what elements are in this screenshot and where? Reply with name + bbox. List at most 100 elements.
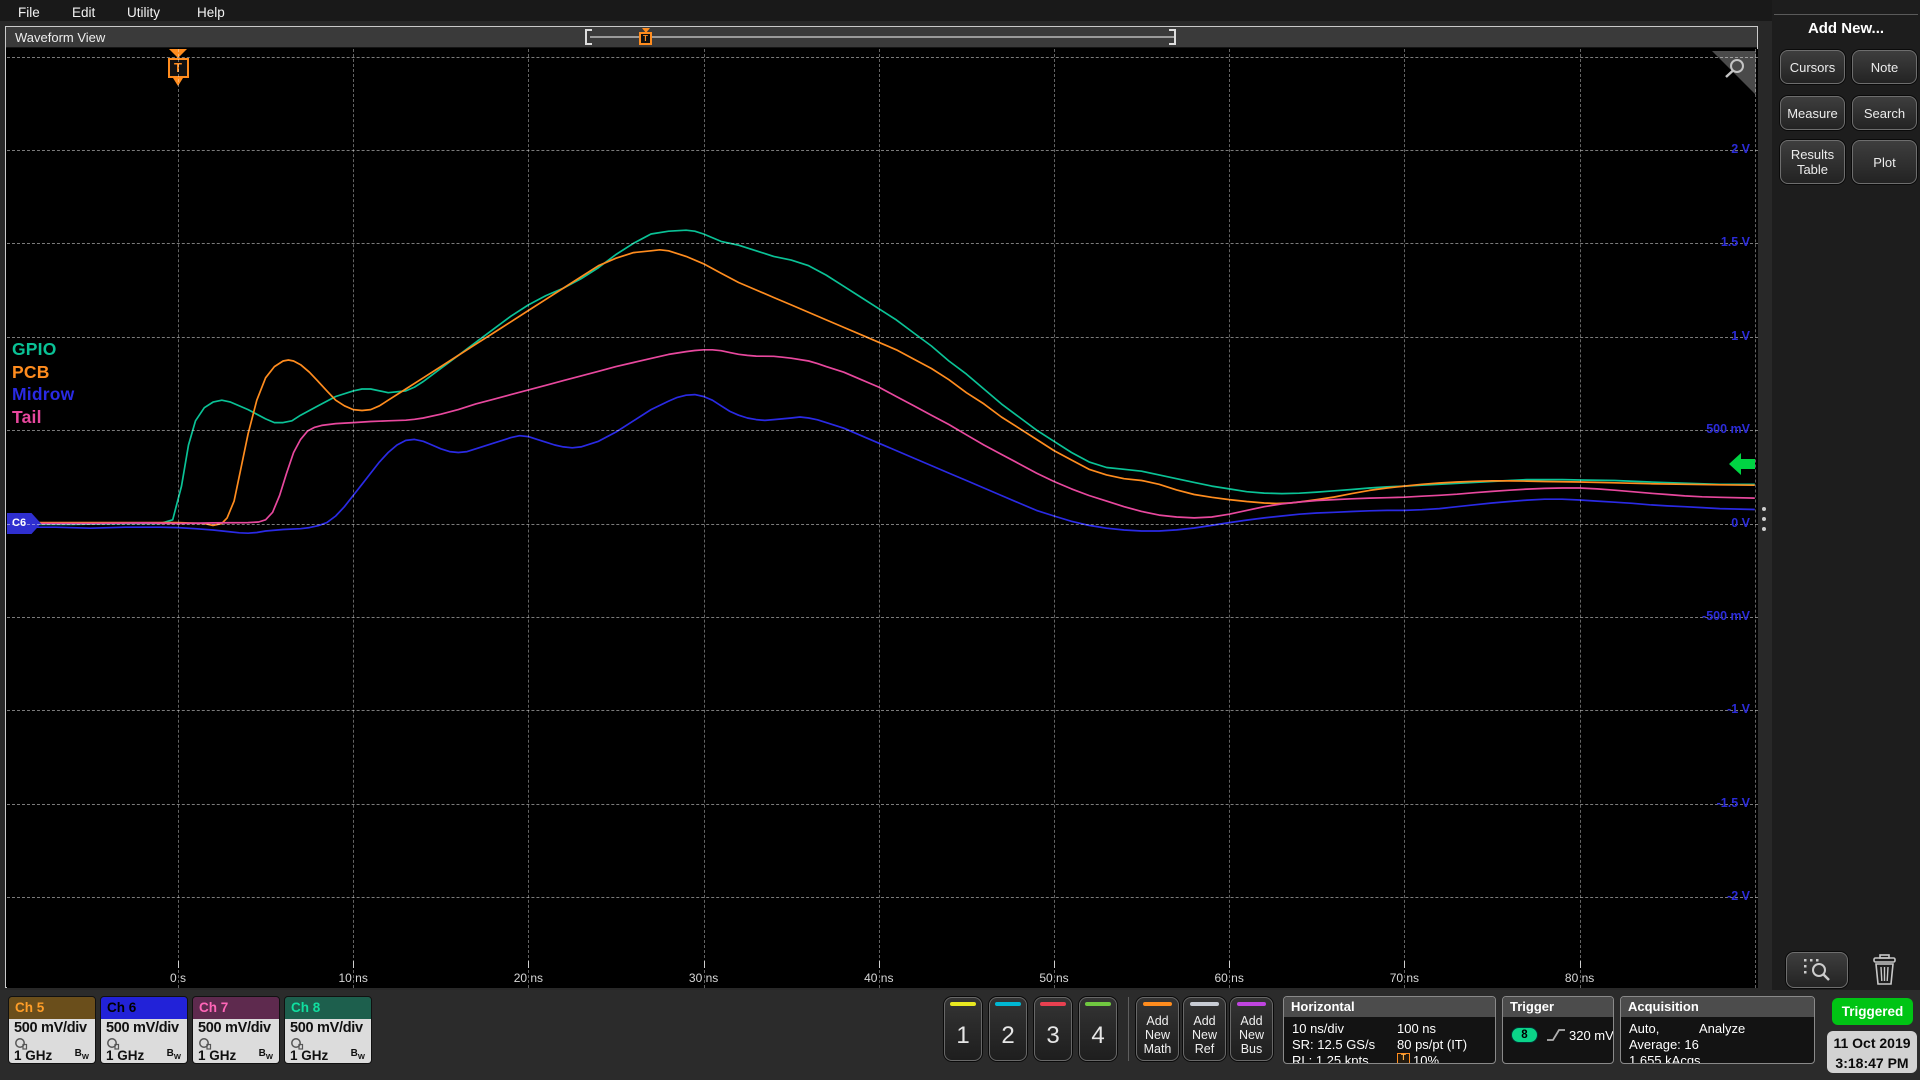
x-axis-label: 70 ns	[1389, 971, 1420, 985]
x-axis-tick	[528, 961, 530, 968]
sidebar-button-plot[interactable]: Plot	[1852, 140, 1917, 184]
h-gridline	[7, 149, 1758, 151]
datetime-badge: 11 Oct 2019 3:18:47 PM	[1827, 1031, 1917, 1073]
divider	[1128, 997, 1129, 1061]
zoom-selection-button[interactable]	[1786, 952, 1848, 988]
x-axis-tick	[878, 961, 880, 968]
add-button-color-bar	[1143, 1002, 1172, 1006]
x-axis-label: 30 ns	[688, 971, 719, 985]
menu-bar: File Edit Utility Help	[0, 0, 1920, 21]
waveform-view-title: Waveform View	[15, 30, 106, 45]
acquisition-panel[interactable]: Acquisition Auto, Analyze Average: 16 1.…	[1620, 996, 1815, 1064]
sidebar-button-results-table[interactable]: Results Table	[1780, 140, 1845, 184]
window-length: 100 ns	[1397, 1021, 1437, 1036]
channel-bandwidth-label: 1 GHz	[14, 1048, 53, 1063]
add-new-bus-button[interactable]: Add New Bus	[1230, 997, 1273, 1061]
waveform-button-1[interactable]: 1	[944, 997, 982, 1061]
x-axis-tick	[178, 961, 179, 968]
waveform-view-window: Waveform View T T C6 2 V 1.5 V 1 V 500 m…	[5, 26, 1758, 988]
channel-badge-body: 500 mV/div 1 GHz BW	[9, 1019, 95, 1063]
trigger-status-badge: Triggered	[1832, 998, 1913, 1025]
channel-badge-header: Ch 6	[101, 997, 187, 1019]
channel-badge-header: Ch 7	[193, 997, 279, 1019]
menu-item-edit[interactable]: Edit	[72, 2, 95, 20]
y-axis-label: 2 V	[1731, 141, 1750, 156]
add-new-title: Add New...	[1807, 20, 1885, 37]
y-axis-label: -1.5 V	[1716, 795, 1750, 810]
channel-scale-label: 500 mV/div	[14, 1020, 87, 1036]
x-axis-label: 10 ns	[338, 971, 368, 985]
h-gridline	[7, 430, 1758, 432]
h-gridline	[7, 336, 1758, 338]
waveform-button-2[interactable]: 2	[989, 997, 1027, 1061]
horizontal-panel-title: Horizontal	[1284, 997, 1495, 1017]
menu-item-help[interactable]: Help	[197, 2, 225, 20]
horizontal-panel[interactable]: Horizontal 10 ns/div SR: 12.5 GS/s RL: 1…	[1283, 996, 1496, 1064]
trigger-level-arrow-icon[interactable]	[1729, 451, 1755, 477]
v-gridline	[1754, 49, 1756, 988]
trace-tail	[9, 348, 1755, 525]
v-gridline	[1054, 49, 1055, 988]
trigger-panel[interactable]: Trigger 8 320 mV	[1502, 996, 1614, 1064]
channel-badge-header: Ch 8	[285, 997, 371, 1019]
channel-badge-ch7[interactable]: Ch 7 500 mV/div 1 GHz BW	[192, 996, 280, 1064]
channel-color-bar	[1085, 1002, 1111, 1006]
trigger-position-pct: T 10%	[1397, 1053, 1439, 1063]
channel-badge-ch8[interactable]: Ch 8 500 mV/div 1 GHz BW	[284, 996, 372, 1064]
x-axis-tick	[1579, 961, 1581, 968]
acquisition-overview-bar[interactable]	[590, 36, 1175, 38]
bandwidth-limit-icon: BW	[74, 1048, 89, 1061]
add-button-color-bar	[1237, 1002, 1266, 1006]
rising-edge-icon	[1547, 1029, 1565, 1041]
v-gridline	[878, 49, 880, 988]
x-axis-label: 0 s	[169, 971, 186, 985]
waveform-button-4[interactable]: 4	[1079, 997, 1117, 1061]
y-axis-label: -500 mV	[1702, 608, 1750, 623]
v-gridline	[703, 49, 705, 988]
sidebar-button-cursors[interactable]: Cursors	[1780, 50, 1845, 84]
bottom-bar: Horizontal 10 ns/div SR: 12.5 GS/s RL: 1…	[0, 990, 1920, 1080]
waveform-view-header: Waveform View T	[6, 27, 1757, 48]
waveform-traces	[9, 229, 1755, 535]
record-length: RL: 1.25 kpts	[1292, 1053, 1369, 1064]
channel-badge-ch5[interactable]: Ch 5 500 mV/div 1 GHz BW	[8, 996, 96, 1064]
x-axis-tick	[703, 961, 705, 968]
waveform-plot[interactable]: T C6 2 V 1.5 V1 V 500 mV 0 V -500 mV -1 V -1.5…	[7, 49, 1758, 988]
channel-badge-body: 500 mV/div 1 GHz BW	[193, 1019, 279, 1063]
waveform-button-label: 2	[1001, 1022, 1015, 1049]
x-axis-label: 50 ns	[1039, 971, 1069, 985]
channel-scale-label: 500 mV/div	[198, 1020, 271, 1036]
h-gridline	[7, 616, 1758, 618]
sidebar-button-measure[interactable]: Measure	[1780, 96, 1845, 130]
acquisition-mode: Auto,	[1629, 1021, 1660, 1036]
x-axis-label: 40 ns	[864, 971, 894, 985]
menu-item-utility[interactable]: Utility	[127, 2, 160, 20]
sidebar-button-search[interactable]: Search	[1852, 96, 1917, 130]
x-axis-tick	[353, 961, 355, 968]
menu-item-file[interactable]: File	[18, 2, 40, 20]
sidebar: Add New... Cursors Note Measure Search Resul…	[1772, 0, 1920, 990]
channel-scale-label: 500 mV/div	[106, 1020, 179, 1036]
sample-interval: 80 ps/pt (IT)	[1397, 1037, 1468, 1052]
add-new-ref-button[interactable]: Add New Ref	[1183, 997, 1226, 1061]
overview-trigger-position-icon[interactable]: T	[639, 28, 652, 46]
channel-color-bar	[995, 1002, 1021, 1006]
zoom-selection-icon	[1804, 959, 1830, 981]
channel-bandwidth-label: 1 GHz	[106, 1048, 145, 1063]
x-axis-tick	[1404, 961, 1406, 968]
legend-label-midrow: Midrow	[12, 384, 75, 404]
h-gridline	[7, 523, 1758, 525]
channel-bandwidth-label: 1 GHz	[198, 1048, 237, 1063]
add-new-math-button[interactable]: Add New Math	[1136, 997, 1179, 1061]
channel-bandwidth-label: 1 GHz	[290, 1048, 329, 1063]
trash-icon	[1872, 954, 1896, 985]
waveform-button-3[interactable]: 3	[1034, 997, 1072, 1061]
sidebar-button-note[interactable]: Note	[1852, 50, 1917, 84]
x-axis-label: 60 ns	[1214, 971, 1244, 985]
v-gridline	[353, 49, 355, 988]
channel-color-bar	[1040, 1002, 1066, 1006]
channel-badge-ch6[interactable]: Ch 6 500 mV/div 1 GHz BW	[100, 996, 188, 1064]
channel-badge-header: Ch 5	[9, 997, 95, 1019]
bandwidth-limit-icon: BW	[350, 1048, 365, 1061]
trash-button[interactable]	[1864, 951, 1904, 989]
